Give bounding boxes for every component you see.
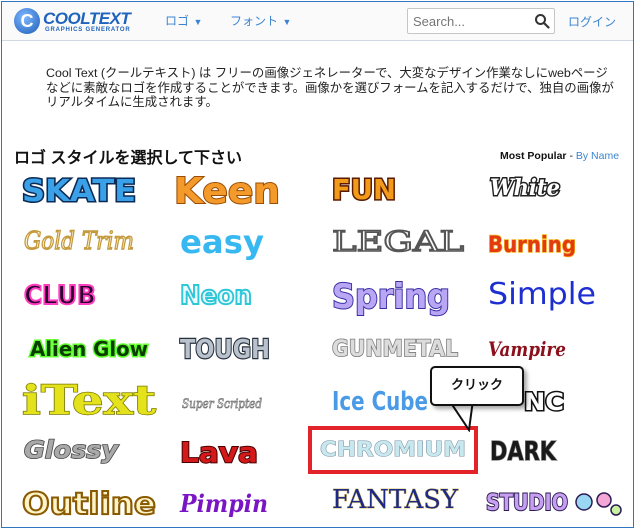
caret-down-icon: ▼: [191, 17, 203, 27]
style-gunmetal[interactable]: GUNMETAL: [330, 324, 460, 370]
logo-subtitle: GRAPHICS GENERATOR: [45, 27, 131, 33]
sort-controls: Most Popular - By Name: [500, 150, 619, 162]
logo-text: COOLTEXT: [43, 9, 131, 28]
style-skate[interactable]: SKATE: [20, 165, 140, 211]
style-neon[interactable]: Neon: [178, 270, 256, 316]
style-alien-glow[interactable]: Alien Glow: [28, 324, 150, 370]
search-icon[interactable]: [534, 13, 550, 29]
style-vampire[interactable]: Vampire: [486, 324, 568, 370]
style-dark[interactable]: DARK: [488, 426, 558, 472]
style-label: Burning: [488, 233, 576, 258]
style-nc[interactable]: NC: [522, 378, 566, 424]
style-fantasy[interactable]: FANTASY: [330, 478, 460, 524]
style-chromium[interactable]: CHROMIUM: [318, 432, 468, 468]
style-fun[interactable]: FUN: [330, 165, 400, 211]
style-label: Pimpin: [179, 489, 268, 518]
style-label: Alien Glow: [30, 337, 148, 361]
studio-decoration-icon: [596, 492, 612, 508]
style-label: CLUB: [24, 281, 96, 311]
style-gold-trim[interactable]: Gold Trim: [22, 217, 138, 263]
style-simple[interactable]: Simple: [486, 270, 598, 316]
style-spring[interactable]: Spring: [330, 270, 454, 318]
click-callout: クリック: [430, 366, 524, 406]
style-label: easy: [180, 223, 264, 261]
style-label: NC: [524, 388, 564, 416]
sort-separator: -: [569, 150, 573, 162]
style-label: Super Scripted: [182, 397, 262, 412]
style-label: Neon: [180, 281, 252, 311]
style-tough[interactable]: TOUGH: [178, 324, 272, 370]
login-link[interactable]: ログイン: [568, 13, 616, 30]
top-bar: C COOLTEXT GRAPHICS GENERATOR ロゴ ▼ フォント …: [2, 2, 633, 41]
style-outline[interactable]: Outline: [20, 478, 158, 524]
style-white[interactable]: White: [488, 165, 564, 211]
style-legal[interactable]: LEGAL: [330, 217, 466, 263]
sort-most-popular: Most Popular: [500, 150, 567, 162]
style-studio[interactable]: STUDIO: [484, 480, 626, 526]
style-super-scripted[interactable]: Super Scripted: [180, 378, 264, 424]
style-label: CHROMIUM: [320, 437, 466, 461]
search-input[interactable]: [408, 9, 531, 33]
style-label: Spring: [332, 277, 450, 317]
style-label: Glossy: [24, 436, 119, 464]
style-label: DARK: [490, 437, 557, 467]
style-label: GUNMETAL: [332, 337, 458, 362]
style-burning[interactable]: Burning: [486, 220, 578, 266]
nav-font-label: フォント: [230, 14, 279, 28]
nav-logo-menu[interactable]: ロゴ ▼: [165, 12, 202, 29]
sort-by-name-link[interactable]: By Name: [576, 150, 619, 162]
style-label: Gold Trim: [24, 227, 134, 255]
style-label: Ice Cube: [332, 387, 428, 417]
style-label: Keen: [174, 171, 280, 212]
style-label: LEGAL: [332, 225, 464, 258]
studio-decoration-icon: [575, 493, 593, 511]
page-frame: C COOLTEXT GRAPHICS GENERATOR ロゴ ▼ フォント …: [1, 1, 634, 528]
cooltext-logo[interactable]: C COOLTEXT GRAPHICS GENERATOR: [14, 7, 140, 37]
style-ice-cube[interactable]: Ice Cube: [330, 376, 430, 422]
intro-text: Cool Text (クールテキスト) は フリーの画像ジェネレーターで、大変な…: [46, 66, 614, 110]
caret-down-icon: ▼: [280, 17, 292, 27]
style-label: White: [490, 175, 560, 201]
style-glossy[interactable]: Glossy: [22, 426, 120, 472]
style-easy[interactable]: easy: [178, 217, 268, 263]
style-label: Lava: [180, 436, 258, 469]
style-club[interactable]: CLUB: [22, 270, 98, 316]
studio-decoration-icon: [610, 504, 622, 516]
nav-font-menu[interactable]: フォント ▼: [230, 12, 291, 29]
style-label: SKATE: [22, 174, 136, 209]
style-label: iText: [22, 377, 157, 424]
style-label: Simple: [488, 277, 596, 312]
logo-mark-icon: C: [14, 8, 40, 34]
style-label: Vampire: [488, 337, 566, 361]
style-lava[interactable]: Lava: [178, 426, 262, 472]
style-label: STUDIO: [486, 491, 568, 516]
style-pimpin[interactable]: Pimpin: [178, 478, 270, 524]
style-label: FUN: [332, 173, 396, 206]
style-label: FANTASY: [332, 485, 459, 515]
search-box: [407, 8, 555, 34]
style-keen[interactable]: Keen: [172, 165, 284, 213]
style-label: Outline: [22, 487, 156, 522]
style-itext[interactable]: iText: [20, 374, 160, 424]
nav-logo-label: ロゴ: [165, 14, 190, 28]
style-label: TOUGH: [180, 335, 270, 365]
